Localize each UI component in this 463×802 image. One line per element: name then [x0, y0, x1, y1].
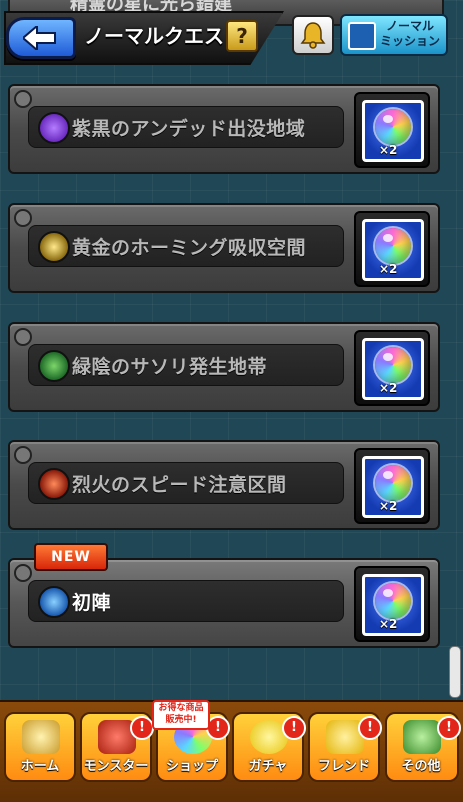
- bottom-nav: ホーム モンスター ! ショップ ! ガチャ ! フレンド ! その他 !: [0, 700, 463, 802]
- scrollbar[interactable]: [449, 646, 461, 698]
- reward-box: ×2: [354, 448, 430, 524]
- quest-status-dot: [14, 446, 32, 464]
- mission-label-line1: ノーマル: [385, 19, 434, 33]
- orb-icon: [375, 465, 411, 501]
- reward-qty: ×2: [379, 381, 398, 395]
- other-icon: [403, 720, 441, 754]
- quest-row[interactable]: 初陣 ×2: [8, 558, 440, 648]
- gold-element-icon: [38, 231, 70, 263]
- quest-row[interactable]: 緑陰のサソリ発生地帯 ×2: [8, 322, 440, 412]
- nav-label: ホーム: [20, 759, 60, 774]
- bell-icon: [300, 22, 326, 49]
- water-element-icon: [38, 586, 70, 618]
- home-icon: [22, 720, 60, 754]
- quest-status-dot: [14, 209, 32, 227]
- quest-name: 紫黒のアンデッド出没地域: [72, 118, 306, 140]
- mission-button[interactable]: ノーマル ミッション: [340, 14, 448, 56]
- quest-status-dot: [14, 564, 32, 582]
- page-title: ノーマルクエスト: [84, 24, 244, 48]
- alert-badge: !: [282, 716, 306, 740]
- nav-home[interactable]: ホーム: [4, 712, 76, 782]
- quest-row[interactable]: 紫黒のアンデッド出没地域 ×2: [8, 84, 440, 174]
- fire-element-icon: [38, 468, 70, 500]
- nav-label: モンスター: [83, 759, 149, 774]
- nav-other[interactable]: その他 !: [385, 712, 461, 782]
- quest-status-dot: [14, 328, 32, 346]
- reward-box: ×2: [354, 211, 430, 287]
- reward-box: ×2: [354, 566, 430, 642]
- reward-qty: ×2: [379, 143, 398, 157]
- reward-box: ×2: [354, 330, 430, 406]
- green-element-icon: [38, 350, 70, 382]
- nav-friend[interactable]: フレンド !: [308, 712, 382, 782]
- promo-tag: お得な商品 販売中!: [152, 700, 210, 730]
- quest-name: 烈火のスピード注意区間: [72, 474, 287, 496]
- new-badge: NEW: [34, 543, 108, 571]
- nav-monster[interactable]: モンスター !: [80, 712, 154, 782]
- orb-icon: [375, 228, 411, 264]
- orb-icon: [375, 109, 411, 145]
- mission-book-icon: [348, 22, 376, 50]
- alert-badge: !: [130, 716, 154, 740]
- quest-name: 緑陰のサソリ発生地帯: [72, 356, 268, 378]
- header: ノーマルクエスト ? ノーマル ミッション: [0, 0, 463, 66]
- nav-label: ショップ: [165, 759, 218, 774]
- reward-qty: ×2: [379, 617, 398, 631]
- promo-line2: 販売中!: [165, 715, 197, 725]
- orb-icon: [375, 583, 411, 619]
- quest-name: 黄金のホーミング吸収空間: [72, 237, 307, 259]
- mission-label-line2: ミッション: [379, 34, 440, 48]
- reward-box: ×2: [354, 92, 430, 168]
- help-button[interactable]: ?: [226, 20, 258, 52]
- nav-label: その他: [401, 759, 441, 774]
- nav-label: フレンド: [317, 759, 370, 774]
- quest-name: 初陣: [72, 592, 112, 614]
- nav-label: ガチャ: [248, 759, 288, 774]
- back-button[interactable]: [6, 17, 76, 59]
- back-arrow-icon: [23, 26, 56, 50]
- reward-qty: ×2: [379, 262, 398, 276]
- alert-badge: !: [437, 716, 461, 740]
- nav-gacha[interactable]: ガチャ !: [232, 712, 306, 782]
- quest-row[interactable]: 烈火のスピード注意区間 ×2: [8, 440, 440, 530]
- purple-element-icon: [38, 112, 70, 144]
- alert-badge: !: [358, 716, 382, 740]
- quest-status-dot: [14, 90, 32, 108]
- bell-button[interactable]: [292, 15, 334, 55]
- quest-row[interactable]: 黄金のホーミング吸収空間 ×2: [8, 203, 440, 293]
- promo-line1: お得な商品: [158, 703, 204, 713]
- reward-qty: ×2: [379, 499, 398, 513]
- orb-icon: [375, 347, 411, 383]
